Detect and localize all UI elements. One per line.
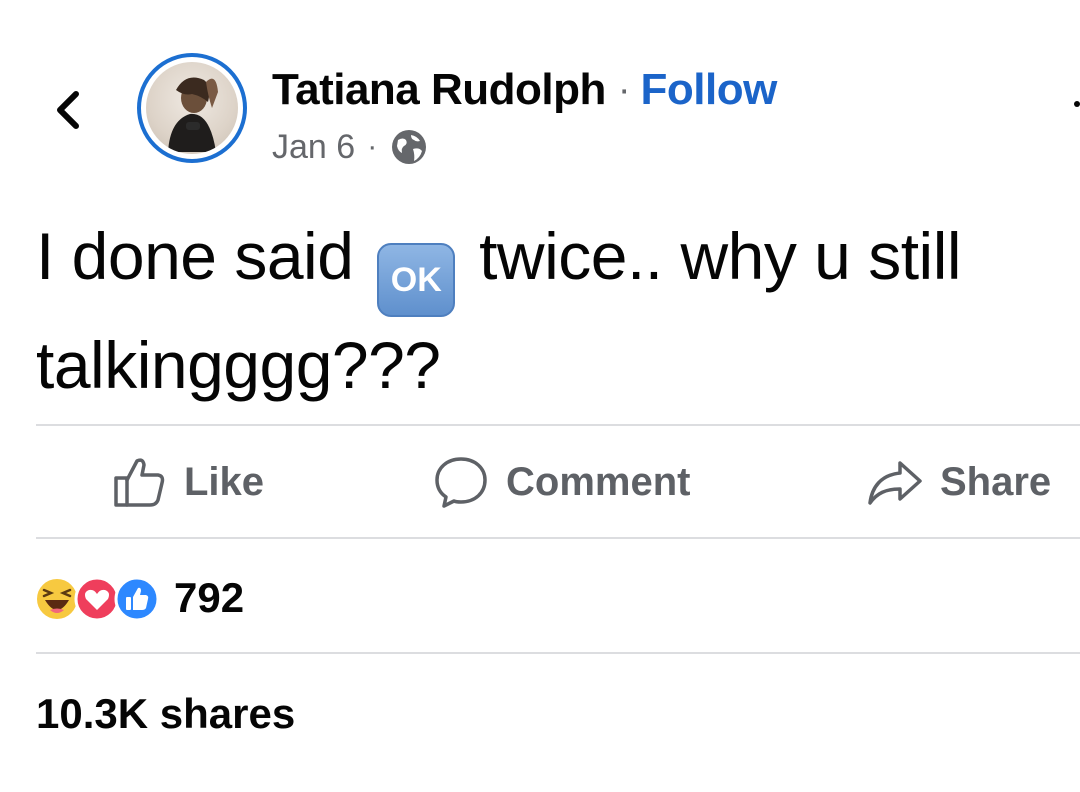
thumbs-up-icon	[114, 458, 165, 507]
like-label: Like	[184, 459, 265, 504]
reaction-icons	[34, 573, 166, 623]
reactions-summary[interactable]: 792	[34, 570, 244, 626]
divider	[36, 424, 1080, 426]
avatar-photo	[168, 77, 218, 152]
post-date[interactable]: Jan 6	[272, 128, 355, 167]
comment-label: Comment	[506, 459, 691, 504]
comment-button[interactable]: Comment	[432, 440, 690, 524]
share-arrow-icon	[868, 461, 922, 505]
share-button[interactable]: Share	[866, 440, 1051, 524]
like-reaction-icon	[114, 576, 160, 622]
date-separator: ·	[367, 130, 378, 163]
post-meta: Jan 6 ·	[272, 122, 429, 172]
divider	[36, 537, 1080, 539]
more-options-icon[interactable]	[1074, 101, 1080, 107]
avatar[interactable]	[137, 53, 247, 163]
name-separator: ·	[617, 68, 631, 111]
post-text-start: I done said	[36, 219, 372, 293]
author-name[interactable]: Tatiana Rudolph	[272, 65, 606, 115]
ok-button-emoji: OK	[377, 243, 456, 317]
share-label: Share	[940, 459, 1052, 504]
divider	[36, 652, 1080, 654]
follow-button[interactable]: Follow	[641, 65, 778, 115]
author-row: Tatiana Rudolph · Follow	[272, 62, 777, 118]
like-button[interactable]: Like	[110, 440, 264, 524]
reaction-count: 792	[174, 574, 245, 621]
back-chevron-icon[interactable]	[50, 88, 84, 132]
globe-icon	[392, 130, 427, 164]
post-text: I done said OK twice.. why u still talki…	[36, 208, 1066, 413]
comment-bubble-icon	[435, 457, 487, 508]
share-count[interactable]: 10.3K shares	[36, 690, 295, 738]
